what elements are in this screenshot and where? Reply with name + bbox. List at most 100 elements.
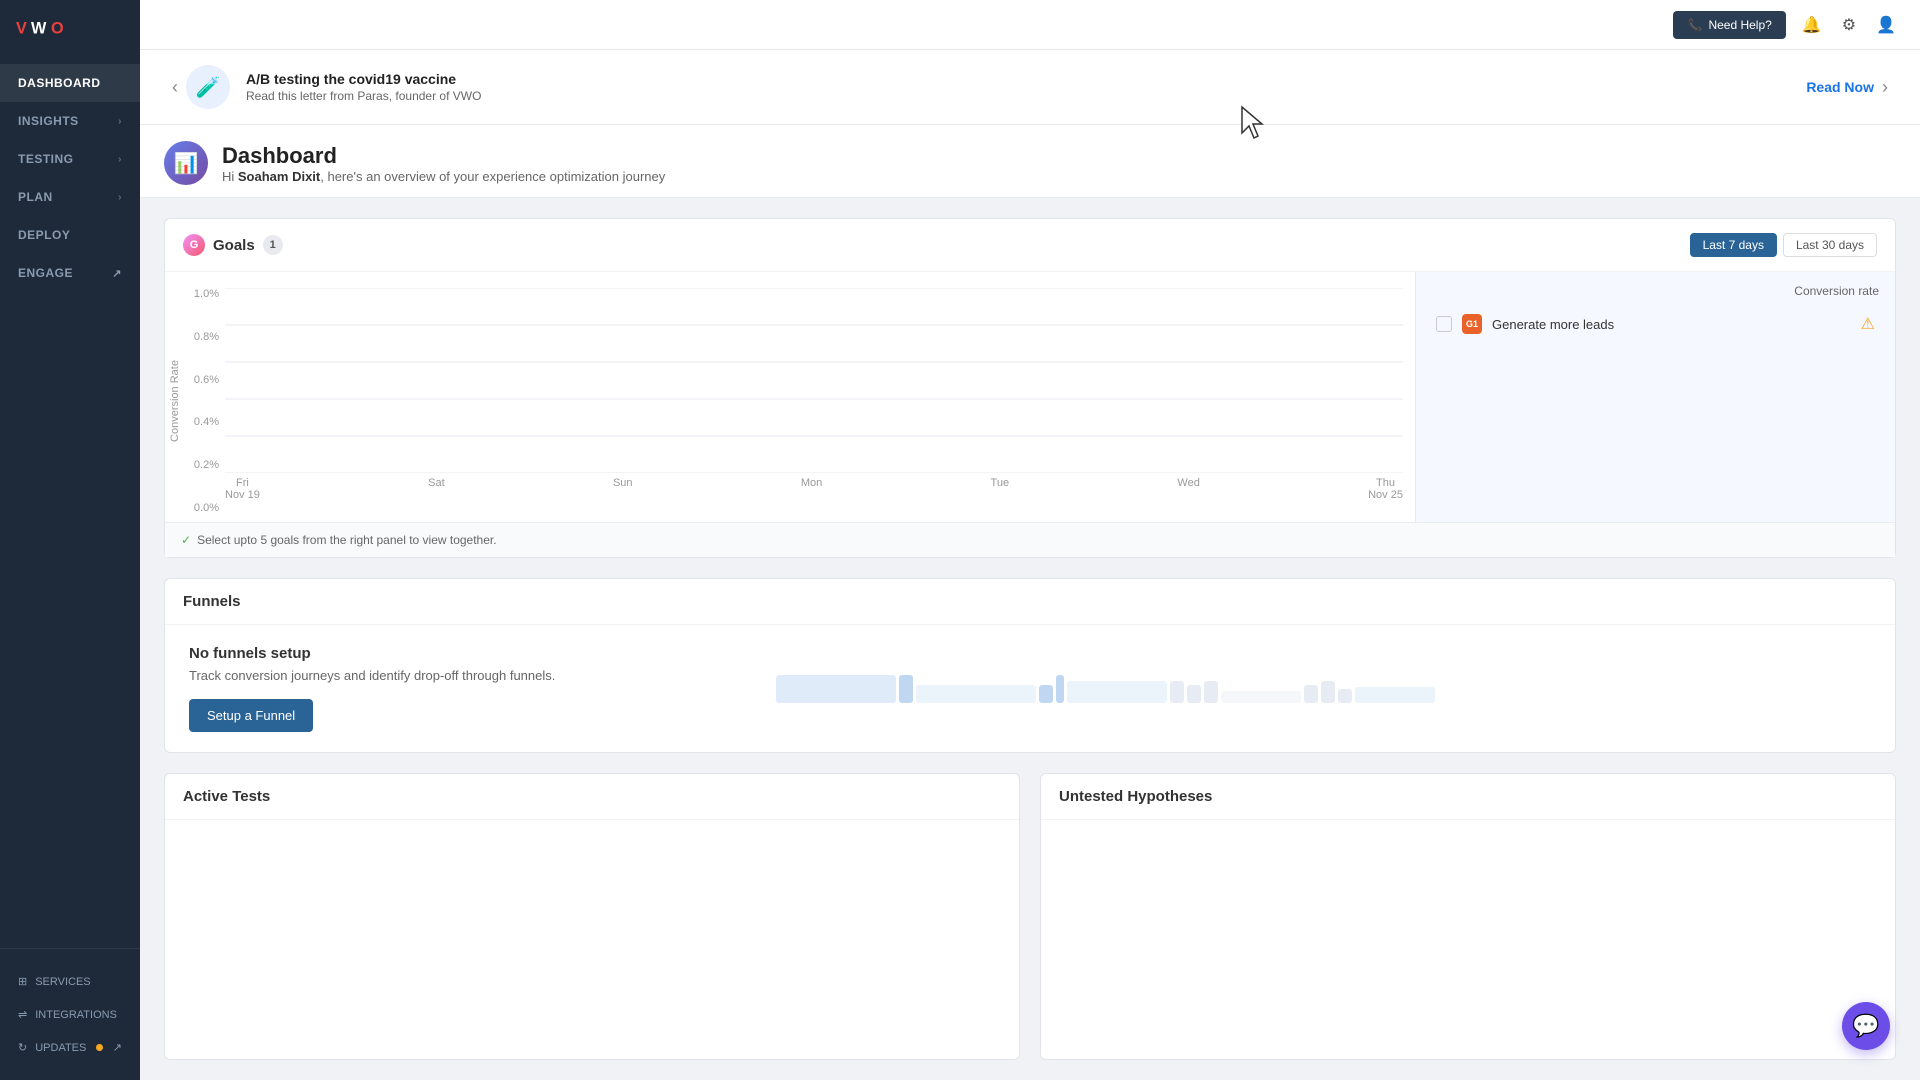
x-label-tue: Tue	[991, 477, 1010, 501]
funnel-bar-dot-7	[1304, 685, 1318, 703]
user-button[interactable]: 👤	[1872, 10, 1900, 39]
funnel-bar-dot-4	[1170, 681, 1184, 703]
sidebar-label-updates: UPDATES	[35, 1042, 86, 1054]
sidebar-item-dashboard[interactable]: DASHBOARD	[0, 64, 140, 102]
user-name: Soaham Dixit	[238, 169, 320, 184]
funnel-bar-dot-1	[899, 675, 913, 703]
untested-hypo-label: Untested Hypotheses	[1059, 788, 1212, 805]
sidebar-item-services[interactable]: ⊞ SERVICES	[0, 965, 140, 998]
y-label-3: 0.6%	[194, 374, 219, 386]
funnel-bar-4	[1221, 691, 1301, 703]
y-label-4: 0.4%	[194, 416, 219, 428]
notification-text: A/B testing the covid19 vaccine Read thi…	[246, 71, 1806, 103]
gear-icon: ⚙	[1842, 17, 1856, 34]
setup-funnel-button[interactable]: Setup a Funnel	[189, 699, 313, 732]
active-tests-label: Active Tests	[183, 788, 270, 805]
untested-hypo-title: Untested Hypotheses	[1059, 788, 1212, 805]
sidebar: V W O DASHBOARD INSIGHTS › TESTING › PLA…	[0, 0, 140, 1080]
sidebar-item-testing[interactable]: TESTING ›	[0, 140, 140, 178]
goals-header: G Goals 1 Last 7 days Last 30 days	[165, 219, 1895, 272]
chart-svg	[225, 288, 1403, 473]
goals-title: G Goals 1	[183, 234, 283, 256]
funnels-body: No funnels setup Track conversion journe…	[165, 625, 1895, 752]
sidebar-bottom: ⊞ SERVICES ⇌ INTEGRATIONS ↻ UPDATES ↗	[0, 948, 140, 1080]
settings-button[interactable]: ⚙	[1838, 10, 1860, 39]
notification-content: 🧪 A/B testing the covid19 vaccine Read t…	[186, 65, 1806, 109]
y-axis-title: Conversion Rate	[169, 360, 181, 442]
funnel-bar-1	[776, 675, 896, 703]
funnel-bar-dot-3	[1056, 675, 1064, 703]
chart-area: Conversion Rate 1.0% 0.8% 0.6% 0.4% 0.2%…	[165, 272, 1415, 522]
x-label-mon: Mon	[801, 477, 822, 501]
chevron-right-icon: ›	[118, 154, 122, 165]
bell-plus-icon: 🔔	[1802, 17, 1822, 34]
sidebar-item-plan[interactable]: PLAN ›	[0, 178, 140, 216]
flask-icon: 🧪	[196, 75, 221, 100]
notification-prev-button[interactable]: ‹	[164, 73, 186, 102]
date-filter-buttons: Last 7 days Last 30 days	[1690, 233, 1877, 257]
check-icon: ✓	[181, 533, 191, 547]
funnels-title: Funnels	[183, 593, 241, 610]
last-7-days-button[interactable]: Last 7 days	[1690, 233, 1777, 257]
dashboard-title-area: Dashboard Hi Soaham Dixit, here's an ove…	[222, 143, 665, 184]
x-axis-labels: FriNov 19 Sat Sun Mon Tue Wed ThuNov 25	[225, 473, 1403, 501]
funnel-bar-dot-8	[1321, 681, 1335, 703]
chart-svg-wrapper: FriNov 19 Sat Sun Mon Tue Wed ThuNov 25	[225, 288, 1403, 514]
sidebar-label-deploy: DEPLOY	[18, 228, 70, 242]
need-help-label: Need Help?	[1708, 18, 1771, 32]
chevron-right-icon: ›	[118, 192, 122, 203]
x-label-sat: Sat	[428, 477, 445, 501]
chevron-right-icon: ›	[118, 116, 122, 127]
sidebar-item-integrations[interactable]: ⇌ INTEGRATIONS	[0, 998, 140, 1031]
dashboard-icon: 📊	[164, 141, 208, 185]
greeting-suffix: , here's an overview of your experience …	[320, 169, 665, 184]
external-link-icon: ↗	[112, 267, 122, 280]
link-icon: ⇌	[18, 1008, 27, 1021]
notification-next-button[interactable]: ›	[1874, 73, 1896, 102]
conversion-rate-header: Conversion rate	[1432, 284, 1879, 298]
funnel-bars-group	[776, 675, 1435, 703]
funnel-bar-3	[1067, 681, 1167, 703]
warning-icon: ⚠	[1861, 314, 1875, 334]
dashboard-icon-symbol: 📊	[174, 151, 199, 176]
read-now-button[interactable]: Read Now	[1806, 79, 1874, 95]
chat-fab-button[interactable]: 💬	[1842, 1002, 1890, 1050]
active-tests-header: Active Tests	[165, 774, 1019, 820]
add-notification-button[interactable]: 🔔	[1798, 10, 1826, 39]
x-label-fri: FriNov 19	[225, 477, 260, 501]
goal-checkbox-1[interactable]	[1436, 316, 1452, 332]
sidebar-item-insights[interactable]: INSIGHTS ›	[0, 102, 140, 140]
need-help-button[interactable]: 📞 Need Help?	[1673, 11, 1785, 39]
funnels-header: Funnels	[165, 579, 1895, 625]
sidebar-label-testing: TESTING	[18, 152, 74, 166]
funnel-bar-dot-9	[1338, 689, 1352, 703]
sidebar-item-deploy[interactable]: DEPLOY	[0, 216, 140, 254]
sidebar-label-dashboard: DASHBOARD	[18, 76, 101, 90]
goal-name-1: Generate more leads	[1492, 317, 1851, 332]
sidebar-nav: DASHBOARD INSIGHTS › TESTING › PLAN › DE…	[0, 56, 140, 948]
sidebar-label-integrations: INTEGRATIONS	[35, 1009, 117, 1021]
y-label-1: 1.0%	[194, 288, 219, 300]
sidebar-label-insights: INSIGHTS	[18, 114, 79, 128]
main-content: 📞 Need Help? 🔔 ⚙ 👤 ‹ 🧪 A/B testing the c…	[140, 0, 1920, 1080]
y-label-5: 0.2%	[194, 459, 219, 471]
funnel-bar-5	[1355, 687, 1435, 703]
notification-title: A/B testing the covid19 vaccine	[246, 71, 1806, 87]
untested-hypotheses-card: Untested Hypotheses	[1040, 773, 1896, 1060]
y-label-2: 0.8%	[194, 331, 219, 343]
goal-badge-g1: G1	[1462, 314, 1482, 334]
sidebar-item-engage[interactable]: ENGAGE ↗	[0, 254, 140, 292]
sidebar-item-updates[interactable]: ↻ UPDATES ↗	[0, 1031, 140, 1064]
user-icon: 👤	[1876, 17, 1896, 34]
funnels-empty-sub: Track conversion journeys and identify d…	[189, 668, 736, 683]
goal-row-1: G1 Generate more leads ⚠	[1432, 306, 1879, 342]
chat-icon: 💬	[1852, 1013, 1879, 1039]
active-tests-title: Active Tests	[183, 788, 270, 805]
x-label-thu: ThuNov 25	[1368, 477, 1403, 501]
grid-icon: ⊞	[18, 975, 27, 988]
funnel-bar-dot-6	[1204, 681, 1218, 703]
logo-area: V W O	[0, 0, 140, 56]
notification-subtitle: Read this letter from Paras, founder of …	[246, 89, 1806, 103]
last-30-days-button[interactable]: Last 30 days	[1783, 233, 1877, 257]
dashboard-header: 📊 Dashboard Hi Soaham Dixit, here's an o…	[140, 125, 1920, 198]
